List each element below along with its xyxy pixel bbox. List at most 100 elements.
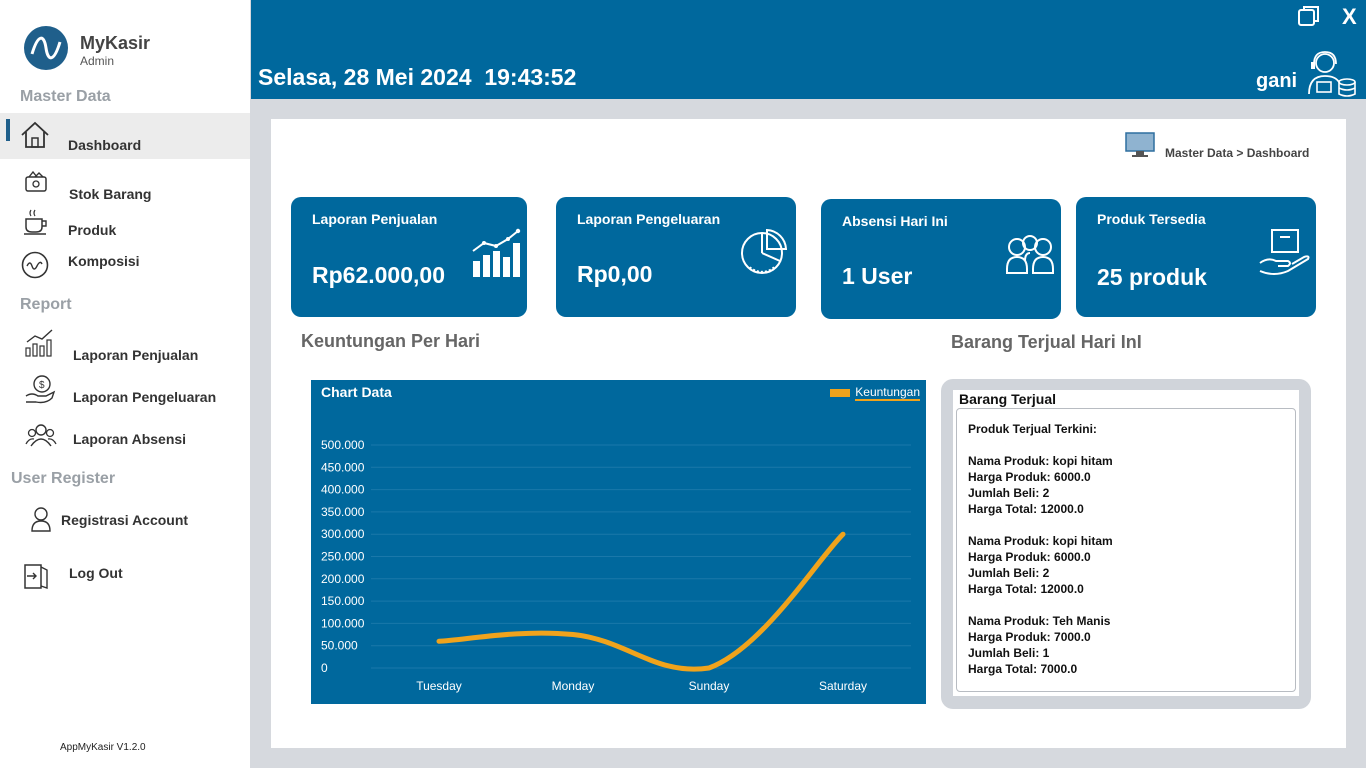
card-title: Laporan Pengeluaran (577, 211, 721, 227)
sold-heading: Barang Terjual Hari InI (951, 332, 1142, 352)
sidebar-item-label: Dashboard (68, 137, 142, 153)
sold-item-total: Harga Total: 12000.0 (968, 582, 1084, 596)
people-icon (25, 424, 57, 447)
svg-text:$: $ (39, 380, 45, 391)
sidebar-item-laporan-penjualan[interactable]: Laporan Penjualan (0, 328, 250, 368)
user-icon (31, 507, 51, 532)
y-tick-label: 400.000 (321, 483, 365, 497)
sidebar-item-label: Log Out (69, 565, 123, 581)
logout-icon (24, 564, 48, 589)
sidebar-item-laporan-pengeluaran[interactable]: $ Laporan Pengeluaran (0, 372, 250, 412)
series-line-keuntungan (436, 531, 846, 672)
restore-window-button[interactable] (1297, 4, 1321, 28)
sold-list-header: Produk Terjual Terkini: (968, 422, 1097, 436)
y-tick-label: 0 (321, 661, 328, 675)
card-laporan-penjualan[interactable]: Laporan Penjualan Rp62.000,00 (291, 197, 527, 317)
y-tick-label: 100.000 (321, 616, 365, 630)
app-version: AppMyKasir V1.2.0 (60, 742, 146, 753)
bar-chart-icon (25, 329, 53, 357)
sidebar-item-registrasi-account[interactable]: Registrasi Account (0, 500, 250, 540)
sold-item-qty: Jumlah Beli: 2 (968, 566, 1050, 580)
top-bar: Selasa, 28 Mei 2024 19:43:52 X gani (251, 0, 1366, 99)
card-value: 25 produk (1097, 264, 1207, 290)
legend-swatch (830, 389, 851, 397)
y-tick-label: 300.000 (321, 527, 365, 541)
sold-item-qty: Jumlah Beli: 2 (968, 486, 1050, 500)
sidebar-item-label: Komposisi (68, 253, 140, 269)
sidebar-item-label: Produk (68, 222, 117, 238)
sold-item-price: Harga Produk: 6000.0 (968, 470, 1091, 484)
sold-items-list[interactable]: Produk Terjual Terkini: Nama Produk: kop… (956, 408, 1296, 692)
legend-label: Keuntungan (855, 385, 920, 401)
x-tick-label: Monday (552, 679, 595, 693)
brand-role: Admin (80, 54, 115, 68)
user-support-icon[interactable] (1305, 50, 1357, 98)
logo-wave-icon (30, 36, 62, 60)
card-produk-tersedia[interactable]: Produk Tersedia 25 produk (1076, 197, 1316, 317)
sidebar-item-label: Stok Barang (69, 186, 152, 202)
money-hand-icon: $ (25, 375, 56, 404)
sold-item-name: Nama Produk: kopi hitam (968, 454, 1113, 468)
dashboard-panel: Master Data > Dashboard Laporan Penjuala… (271, 119, 1346, 748)
y-tick-label: 500.000 (321, 438, 365, 452)
sidebar-item-label: Laporan Absensi (73, 431, 187, 447)
card-title: Produk Tersedia (1097, 211, 1206, 227)
y-tick-label: 50.000 (321, 639, 358, 653)
pie-chart-icon (741, 228, 788, 274)
chart-svg: 500.000 450.000 400.000 350.000 300.000 250.0… (321, 438, 911, 693)
x-tick-label: Sunday (689, 679, 730, 693)
app-logo (24, 26, 68, 70)
sidebar-item-laporan-absensi[interactable]: Laporan Absensi (0, 420, 250, 460)
y-tick-label: 250.000 (321, 550, 365, 564)
profit-heading: Keuntungan Per Hari (301, 331, 481, 351)
card-title: Absensi Hari Ini (842, 213, 948, 229)
x-tick-label: Tuesday (416, 679, 462, 693)
username: gani (1256, 70, 1298, 92)
x-tick-label: Saturday (819, 679, 867, 693)
breadcrumb: Master Data > Dashboard (1165, 146, 1310, 160)
sidebar-item-label: Registrasi Account (61, 512, 189, 528)
wave-icon (21, 251, 49, 279)
sold-item-total: Harga Total: 7000.0 (968, 662, 1078, 676)
current-datetime: Selasa, 28 Mei 2024 19:43:52 (258, 64, 577, 90)
chart-legend[interactable]: Keuntungan (830, 385, 920, 401)
sold-item-price: Harga Produk: 6000.0 (968, 550, 1091, 564)
sold-item-name: Nama Produk: kopi hitam (968, 534, 1113, 548)
profit-chart: 500.000 450.000 400.000 350.000 300.000 250.0… (311, 380, 926, 704)
sold-item-qty: Jumlah Beli: 1 (968, 646, 1050, 660)
chart-title: Chart Data (321, 384, 392, 400)
card-laporan-pengeluaran[interactable]: Laporan Pengeluaran Rp0,00 (556, 197, 796, 317)
card-value: 1 User (842, 263, 913, 289)
stock-icon (25, 170, 47, 192)
close-button[interactable]: X (1342, 4, 1357, 30)
card-title: Laporan Penjualan (312, 211, 438, 227)
sold-items-frame: Barang Terjual Produk Terjual Terkini: N… (941, 379, 1311, 709)
sidebar-item-label: Laporan Pengeluaran (73, 389, 217, 405)
y-tick-label: 350.000 (321, 505, 365, 519)
section-user-register: User Register (11, 470, 116, 487)
sidebar-item-produk[interactable]: Produk (0, 205, 250, 245)
y-tick-label: 150.000 (321, 594, 365, 608)
sold-item-total: Harga Total: 12000.0 (968, 502, 1084, 516)
y-tick-label: 450.000 (321, 460, 365, 474)
coffee-icon (24, 209, 47, 235)
sidebar-item-label: Laporan Penjualan (73, 347, 199, 363)
brand-name: MyKasir (80, 33, 151, 53)
sidebar-item-dashboard[interactable]: Dashboard (0, 113, 250, 159)
sold-items-title: Barang Terjual (959, 391, 1056, 407)
card-value: Rp62.000,00 (312, 262, 445, 288)
sidebar-item-komposisi[interactable]: Komposisi (0, 240, 250, 280)
sold-items-panel: Barang Terjual Produk Terjual Terkini: N… (953, 390, 1299, 696)
sales-chart-icon (472, 228, 521, 277)
section-report: Report (20, 296, 72, 313)
users-icon (1006, 235, 1054, 274)
box-hand-icon (1259, 229, 1310, 275)
sidebar-item-stok-barang[interactable]: Stok Barang (0, 168, 250, 208)
sold-item-price: Harga Produk: 7000.0 (968, 630, 1091, 644)
sidebar-item-log-out[interactable]: Log Out (0, 556, 250, 596)
active-indicator (6, 119, 10, 141)
sold-item-name: Nama Produk: Teh Manis (968, 614, 1111, 628)
card-absensi-hari-ini[interactable]: Absensi Hari Ini 1 User (821, 199, 1061, 319)
y-tick-label: 200.000 (321, 572, 365, 586)
card-value: Rp0,00 (577, 261, 653, 287)
